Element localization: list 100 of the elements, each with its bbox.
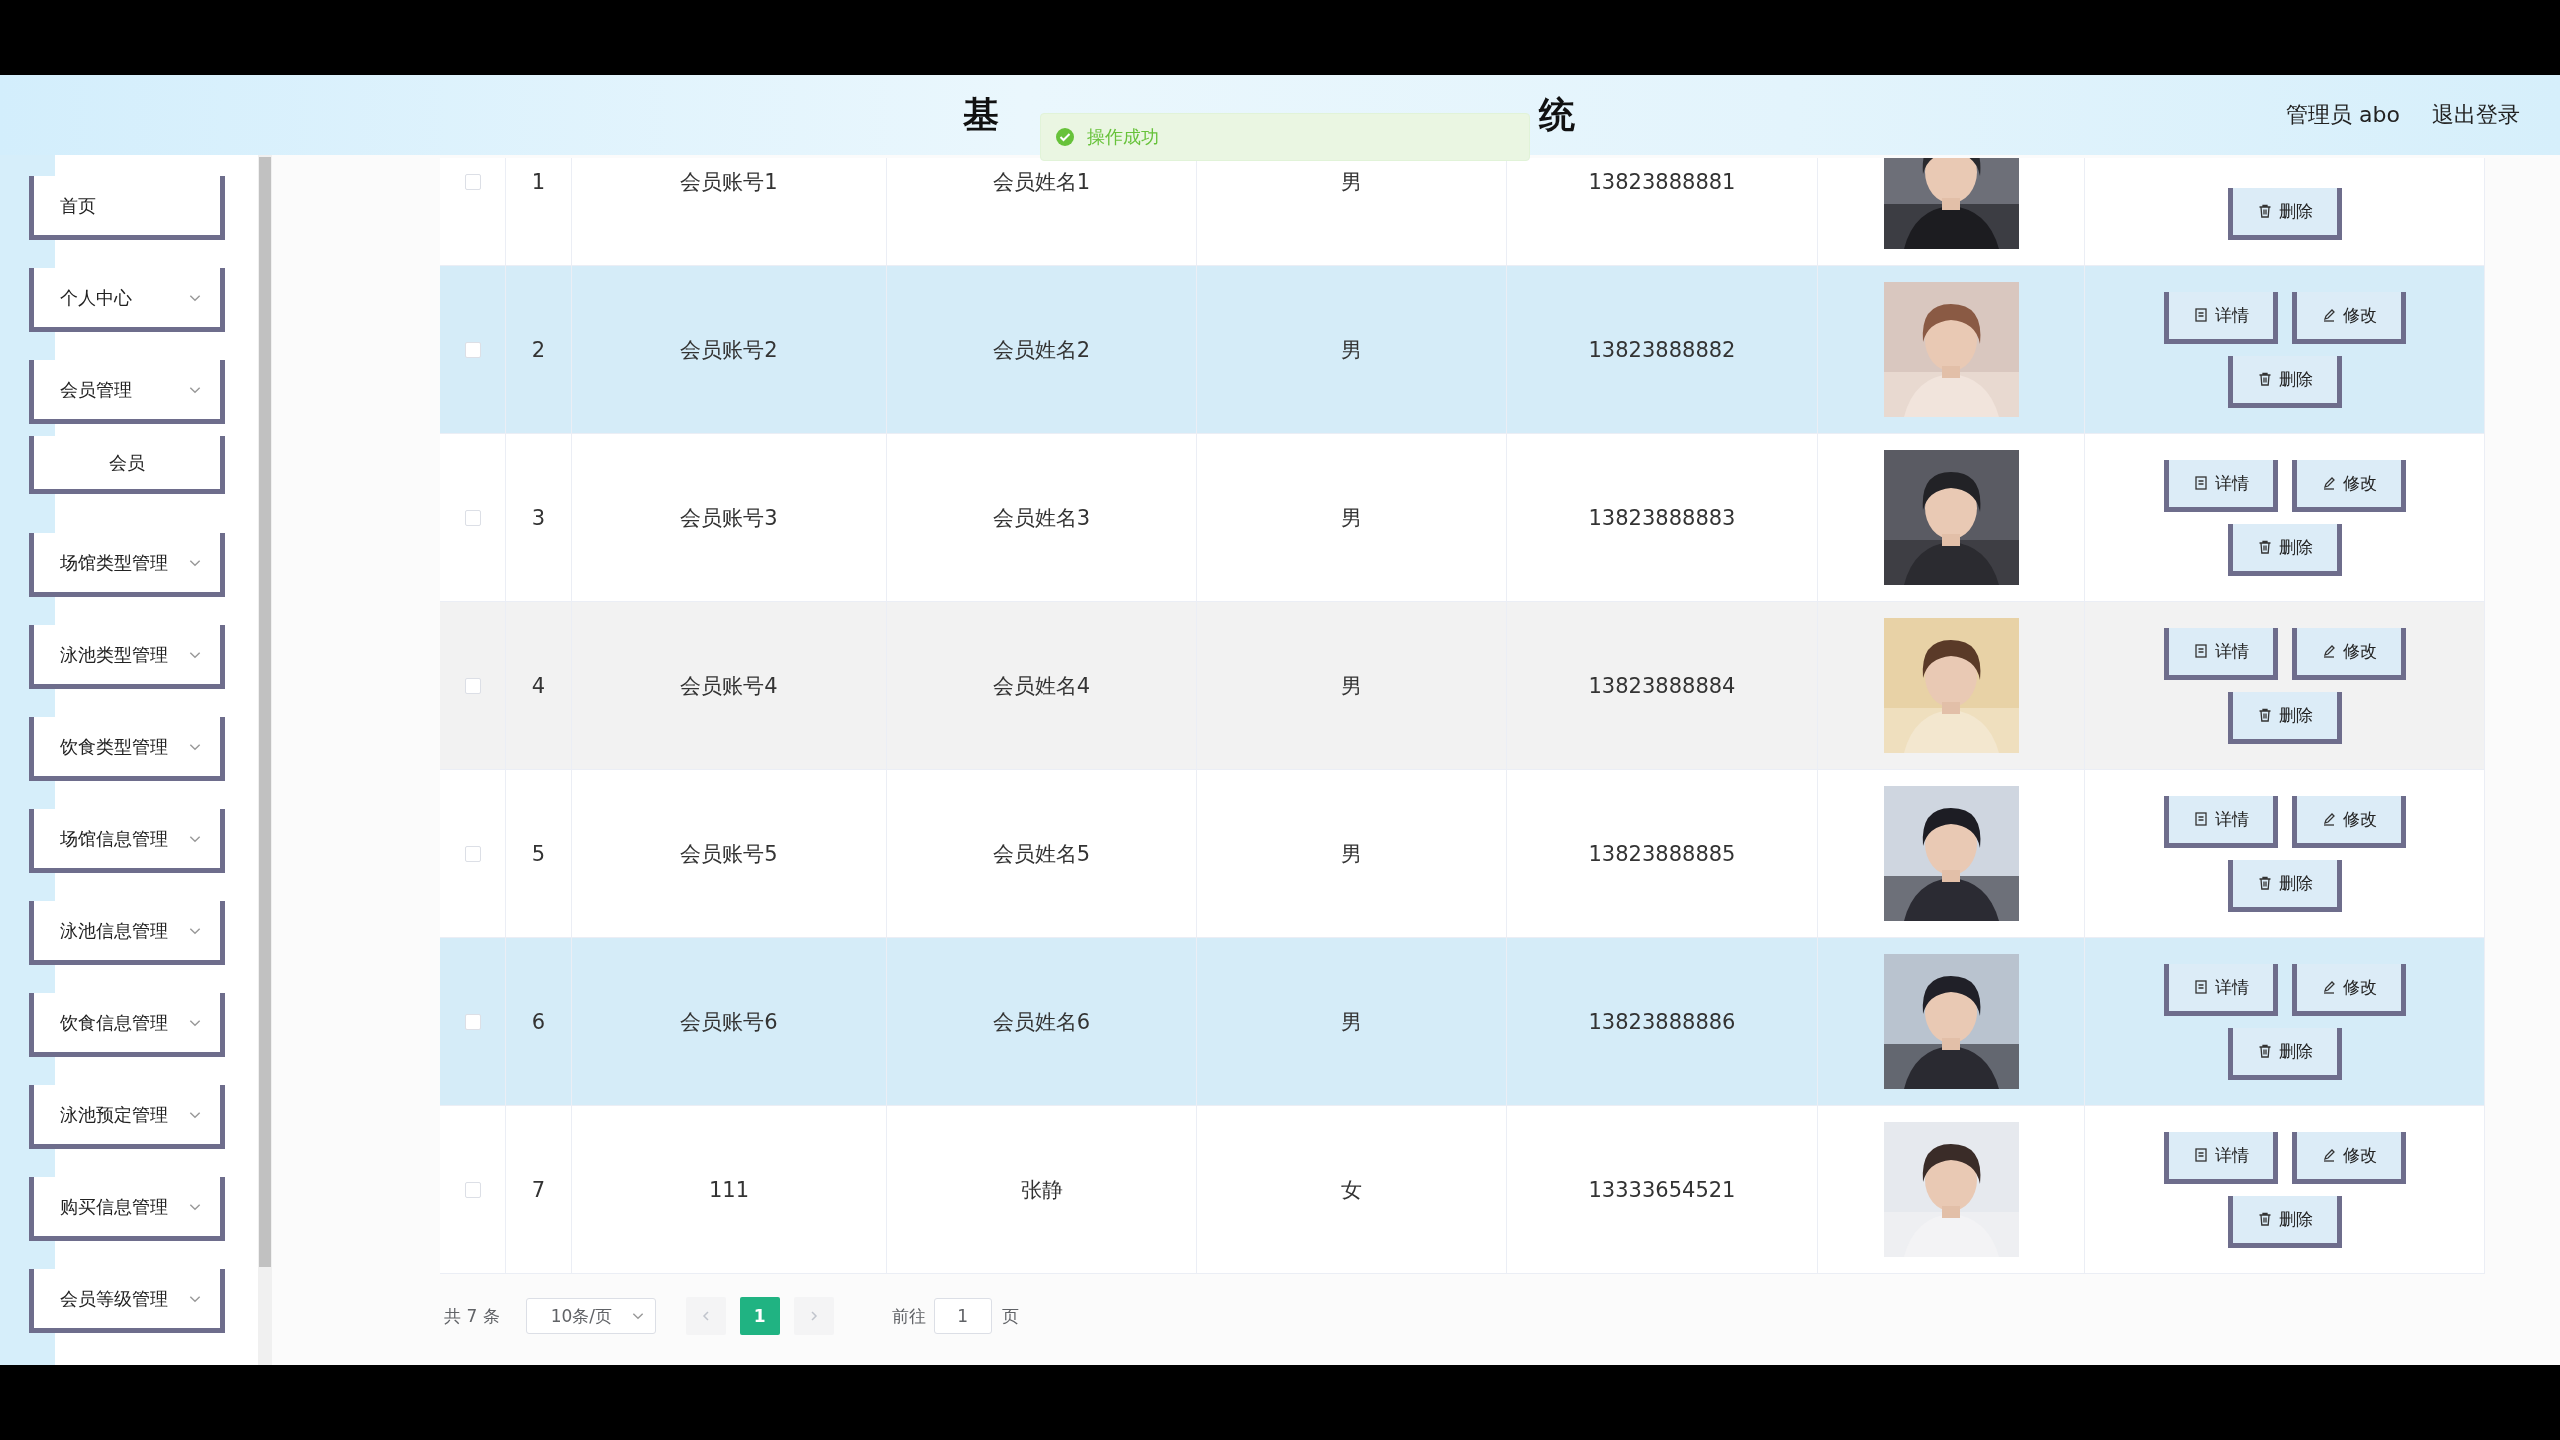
sidebar-item[interactable]: 个人中心: [29, 268, 225, 332]
delete-button[interactable]: 删除: [2227, 523, 2342, 576]
delete-button[interactable]: 删除: [2227, 691, 2342, 744]
table-cell: 13823888885: [1588, 841, 1736, 866]
sidebar-item[interactable]: 饮食信息管理: [29, 993, 225, 1057]
edit-button[interactable]: 修改: [2291, 795, 2406, 848]
detail-button[interactable]: 详情: [2163, 459, 2278, 512]
check-circle-icon: [1055, 127, 1075, 147]
edit-button[interactable]: 修改: [2291, 963, 2406, 1016]
delete-button[interactable]: 删除: [2227, 355, 2342, 408]
table-cell-text: 男: [1341, 336, 1362, 364]
sidebar-item-label: 场馆信息管理: [60, 826, 168, 851]
detail-button[interactable]: 详情: [2163, 795, 2278, 848]
delete-button[interactable]: 删除: [2227, 187, 2342, 240]
row-checkbox[interactable]: [464, 1013, 481, 1030]
goto-label: 前往: [891, 1304, 926, 1328]
edit-button[interactable]: 修改: [2291, 291, 2406, 344]
page-suffix: 页: [1001, 1304, 1019, 1328]
sidebar-item[interactable]: 饮食类型管理: [29, 717, 225, 781]
document-icon: [2192, 811, 2209, 827]
table-cell-text: 会员姓名1: [992, 168, 1091, 196]
sidebar-item[interactable]: 首页: [29, 176, 225, 240]
sidebar-item[interactable]: 泳池类型管理: [29, 625, 225, 689]
table-cell: 1: [531, 169, 546, 194]
table-cell: 5: [531, 841, 546, 866]
row-checkbox[interactable]: [464, 173, 481, 190]
sidebar-item-label: 会员管理: [60, 377, 132, 402]
table-cell-text: 男: [1341, 672, 1362, 700]
delete-button[interactable]: 删除: [2227, 1027, 2342, 1080]
row-checkbox[interactable]: [464, 1181, 481, 1198]
document-icon: [2192, 979, 2209, 995]
row-checkbox[interactable]: [464, 677, 481, 694]
table-cell-text: 会员账号2: [680, 336, 778, 364]
table-cell: 111: [708, 1177, 750, 1202]
table-cell: 13333654521: [1588, 1177, 1736, 1202]
document-icon: [2192, 643, 2209, 659]
sidebar-item[interactable]: 购买信息管理: [29, 1177, 225, 1241]
table-cell: 13823888882: [1588, 337, 1736, 362]
sidebar-item-label: 会员等级管理: [60, 1286, 168, 1311]
document-icon: [2192, 1147, 2209, 1163]
sidebar-item-label: 个人中心: [60, 285, 132, 310]
row-checkbox[interactable]: [464, 341, 481, 358]
sidebar-item[interactable]: 场馆信息管理: [29, 809, 225, 873]
table-cell-text: 会员姓名3: [992, 504, 1091, 532]
table-cell-text: 男: [1341, 840, 1362, 868]
edit-button[interactable]: 修改: [2291, 1131, 2406, 1184]
edit-button[interactable]: 修改: [2291, 627, 2406, 680]
sidebar-item-label: 首页: [60, 193, 96, 218]
delete-button[interactable]: 删除: [2227, 1195, 2342, 1248]
total-count: 共 7 条: [444, 1304, 500, 1328]
table-cell-text: 会员账号1: [680, 168, 778, 196]
toast-message: 操作成功: [1087, 125, 1159, 149]
table-cell-text: 会员姓名4: [992, 672, 1091, 700]
page-size-select[interactable]: 10条/页: [525, 1298, 656, 1334]
prev-page-button[interactable]: [685, 1297, 726, 1335]
detail-button[interactable]: 详情: [2163, 627, 2278, 680]
sidebar-item-label: 饮食类型管理: [60, 734, 168, 759]
document-icon: [2192, 307, 2209, 323]
sidebar-subitem[interactable]: 会员: [29, 436, 225, 494]
sidebar-item[interactable]: 泳池预定管理: [29, 1085, 225, 1149]
goto-page-field[interactable]: 1: [933, 1298, 992, 1334]
sidebar-item[interactable]: 场馆类型管理: [29, 533, 225, 597]
table-cell-text: 男: [1341, 168, 1362, 196]
row-checkbox[interactable]: [464, 509, 481, 526]
document-icon: [2192, 475, 2209, 491]
table-cell: 4: [531, 673, 546, 698]
table-cell-text: 会员账号5: [680, 840, 778, 868]
sidebar-item-label: 泳池信息管理: [60, 918, 168, 943]
sidebar-item[interactable]: 会员管理: [29, 360, 225, 424]
sidebar-item-label: 场馆类型管理: [60, 550, 168, 575]
page-title: 统: [1539, 92, 1576, 137]
table-cell: 13823888881: [1588, 169, 1736, 194]
table-cell-text: 会员姓名5: [992, 840, 1091, 868]
detail-button[interactable]: 详情: [2163, 291, 2278, 344]
table-cell: 7: [531, 1177, 546, 1202]
table-cell: 2: [531, 337, 546, 362]
table-cell: 6: [531, 1009, 546, 1034]
table-cell: 13823888883: [1588, 505, 1736, 530]
table-cell: 13823888886: [1588, 1009, 1736, 1034]
table-cell: 3: [531, 505, 546, 530]
page-title: 基: [963, 92, 1000, 137]
table-cell-text: 会员姓名6: [992, 1008, 1091, 1036]
row-checkbox[interactable]: [464, 845, 481, 862]
logout-link[interactable]: 退出登录: [2432, 100, 2520, 130]
sidebar-item[interactable]: 泳池信息管理: [29, 901, 225, 965]
sidebar-item-label: 购买信息管理: [60, 1194, 168, 1219]
table-cell-text: 会员账号3: [680, 504, 778, 532]
detail-button[interactable]: 详情: [2163, 963, 2278, 1016]
table-cell-text: 会员账号4: [680, 672, 778, 700]
sidebar-item-label: 泳池类型管理: [60, 642, 168, 667]
table-cell-text: 女: [1341, 1176, 1362, 1204]
table-cell-text: 会员姓名2: [992, 336, 1091, 364]
sidebar-item[interactable]: 会员等级管理: [29, 1269, 225, 1333]
next-page-button[interactable]: [793, 1297, 834, 1335]
scrollbar[interactable]: [258, 155, 272, 1365]
delete-button[interactable]: 删除: [2227, 859, 2342, 912]
table-cell-text: 男: [1341, 504, 1362, 532]
detail-button[interactable]: 详情: [2163, 1131, 2278, 1184]
sidebar-item-label: 饮食信息管理: [60, 1010, 168, 1035]
edit-button[interactable]: 修改: [2291, 459, 2406, 512]
